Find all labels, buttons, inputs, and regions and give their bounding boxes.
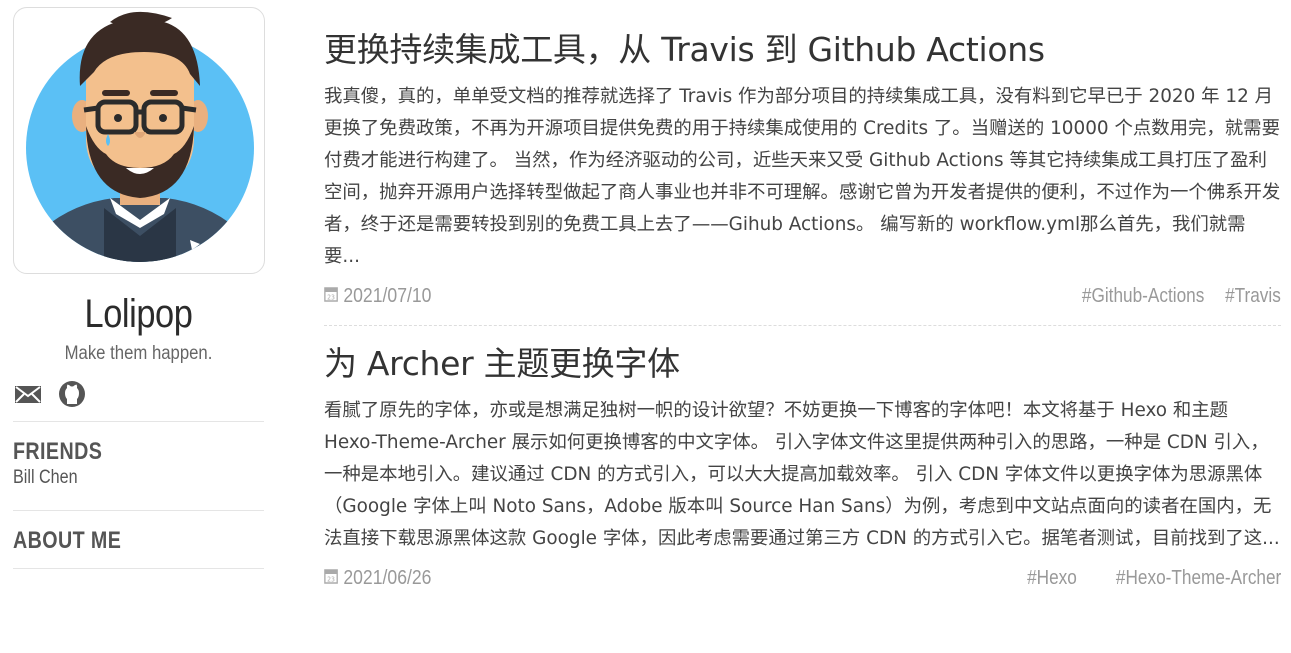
post-date-text: 2021/07/10 [343, 284, 432, 307]
about-section[interactable]: ABOUT ME [13, 511, 264, 568]
friends-section: FRIENDS Bill Chen [13, 422, 264, 510]
author-name: Lolipop [84, 292, 193, 336]
post-separator [324, 325, 1281, 326]
post-excerpt: 我真傻，真的，单单受文档的推荐就选择了 Travis 作为部分项目的持续集成工具… [324, 86, 1281, 267]
post-tag[interactable]: #Travis [1225, 285, 1281, 308]
friend-link[interactable]: Bill Chen [13, 467, 78, 489]
post-item: 为 Archer 主题更换字体 看腻了原先的字体，亦或是想满足独树一帜的设计欲望… [324, 342, 1281, 595]
author-motto: Make them happen. [64, 343, 213, 364]
calendar-icon: 23 [324, 567, 338, 590]
svg-text:23: 23 [327, 575, 335, 583]
post-meta: 23 2021/07/10 #Github-Actions #Travis [324, 279, 1281, 313]
post-date-text: 2021/06/26 [343, 566, 432, 589]
post-excerpt: 看腻了原先的字体，亦或是想满足独树一帜的设计欲望？不妨更换一下博客的字体吧！本文… [324, 400, 1280, 549]
post-item: 更换持续集成工具，从 Travis 到 Github Actions 我真傻，真… [324, 28, 1281, 313]
sidebar-divider [13, 568, 264, 569]
post-title[interactable]: 为 Archer 主题更换字体 [324, 342, 1281, 386]
mail-icon[interactable] [13, 379, 43, 409]
about-title[interactable]: ABOUT ME [13, 527, 219, 555]
friends-title: FRIENDS [13, 438, 103, 465]
post-date: 23 2021/06/26 [324, 567, 431, 590]
post-tags: #Hexo #Hexo-Theme-Archer [1019, 567, 1281, 590]
sidebar: Lolipop Make them happen. FRIENDS Bill C… [13, 7, 265, 569]
post-meta: 23 2021/06/26 #Hexo #Hexo-Theme-Archer [324, 561, 1281, 595]
avatar [13, 7, 265, 274]
post-tag[interactable]: #Github-Actions [1082, 285, 1204, 308]
github-icon[interactable] [57, 379, 87, 409]
post-title[interactable]: 更换持续集成工具，从 Travis 到 Github Actions [324, 28, 1281, 72]
calendar-icon: 23 [324, 285, 338, 308]
post-tags: #Github-Actions #Travis [1062, 285, 1281, 308]
social-links [13, 379, 264, 409]
svg-text:23: 23 [327, 293, 335, 301]
post-date: 23 2021/07/10 [324, 285, 431, 308]
post-tag[interactable]: #Hexo [1027, 567, 1077, 590]
post-tag[interactable]: #Hexo-Theme-Archer [1116, 567, 1281, 590]
post-list: 更换持续集成工具，从 Travis 到 Github Actions 我真傻，真… [324, 28, 1281, 595]
avatar-illustration [26, 11, 254, 262]
